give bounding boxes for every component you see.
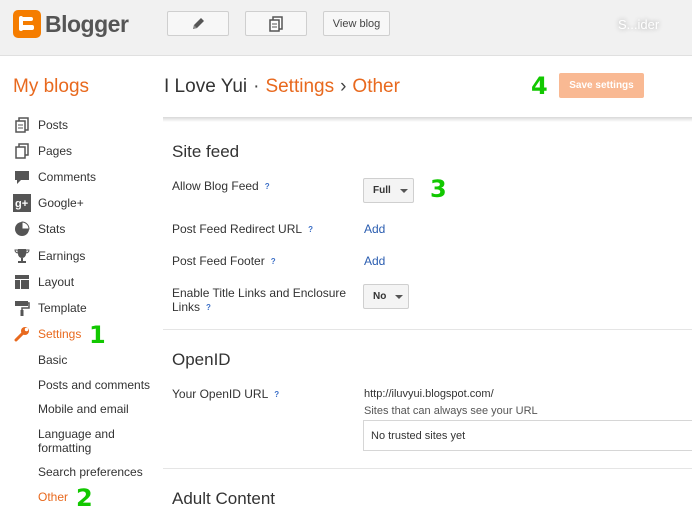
section-title-adult-content: Adult Content [172,489,276,508]
sidebar-sub-item-other[interactable]: Other [38,490,68,504]
section-divider [163,329,692,330]
sidebar-item-label: Earnings [38,249,86,263]
select-value: Full [373,185,391,196]
layout-icon [12,273,32,291]
blog-name[interactable]: I Love Yui [164,76,247,97]
sidebar-sub-item-search-preferences[interactable]: Search preferences [38,465,143,479]
label-text: Your OpenID URL [172,387,269,401]
sidebar-item-comments[interactable]: Comments [12,167,96,187]
new-post-button[interactable] [167,11,229,36]
label-text: Post Feed Redirect URL [172,222,303,236]
chevron-down-icon [399,188,408,193]
help-icon[interactable]: ? [271,257,276,266]
step-marker-4: 4 [531,72,548,100]
sidebar-sub-item-basic[interactable]: Basic [38,353,67,367]
google-plus-icon: g+ [12,194,32,212]
save-settings-button[interactable]: Save settings [559,73,644,98]
section-title-site-feed: Site feed [172,142,240,161]
sidebar-sub-item-mobile-and-email[interactable]: Mobile and email [38,402,129,416]
posts-list-icon [269,15,283,32]
top-bar: Blogger View blog S...ider [0,0,692,56]
comments-icon [12,168,32,186]
help-icon[interactable]: ? [265,182,270,191]
label-text: Allow Blog Feed [172,179,259,193]
select-value: No [373,291,387,302]
sidebar-item-label: Settings [38,327,82,341]
sidebar-item-layout[interactable]: Layout [12,272,74,292]
sidebar-item-earnings[interactable]: Earnings [12,246,85,266]
trusted-sites-note: Sites that can always see your URL [364,405,538,417]
sidebar-item-template[interactable]: Template [12,298,87,318]
paint-roller-icon [12,299,32,317]
post-feed-footer-label: Post Feed Footer? [172,254,276,269]
step-marker-1: 1 [89,321,106,349]
openid-url-label: Your OpenID URL? [172,387,279,402]
post-feed-redirect-label: Post Feed Redirect URL? [172,222,313,237]
step-marker-3: 3 [430,175,447,203]
trusted-sites-box: No trusted sites yet [363,420,692,451]
chevron-down-icon [395,294,404,299]
breadcrumb-settings[interactable]: Settings [265,76,334,97]
label-text-line-1: Enable Title Links and Enclosure [172,286,347,300]
svg-text:g+: g+ [15,198,28,210]
sidebar-item-pages[interactable]: Pages [12,141,72,161]
sidebar-item-label: Layout [38,275,75,289]
sidebar-item-label: Stats [38,222,66,236]
sidebar-item-stats[interactable]: Stats [12,219,65,239]
sidebar-item-label: Template [38,301,87,315]
blogger-logo[interactable]: Blogger [13,10,129,38]
content-top-shadow [163,117,692,122]
enable-title-links-label: Enable Title Links and Enclosure Links? [172,286,346,315]
posts-icon [12,116,32,134]
my-blogs-link[interactable]: My blogs [13,76,89,98]
label-text-line-2: Links [172,300,201,314]
sidebar-item-label: Comments [38,170,97,184]
sidebar-item-posts[interactable]: Posts [12,115,68,135]
pages-icon [12,142,32,160]
openid-url-value: http://iluvyui.blogspot.com/ [364,388,494,400]
sidebar-item-label: Pages [38,144,73,158]
help-icon[interactable]: ? [308,225,313,234]
sidebar-sub-item-posts-and-comments[interactable]: Posts and comments [38,378,150,392]
sidebar-sub-item-language-and-formatting[interactable]: Language and formatting [38,427,128,455]
user-name[interactable]: S...ider [618,17,659,32]
breadcrumb: I Love Yui · Settings › Other [164,76,400,98]
breadcrumb-other: Other [352,76,400,97]
breadcrumb-separator: › [340,76,347,97]
trophy-icon [12,247,32,265]
allow-blog-feed-label: Allow Blog Feed? [172,179,270,194]
section-divider [163,468,692,469]
label-text: Post Feed Footer [172,254,265,268]
sidebar-item-label: Posts [38,118,69,132]
blogger-logo-icon [13,10,41,38]
view-blog-button[interactable]: View blog [323,11,390,36]
view-posts-button[interactable] [245,11,307,36]
post-feed-footer-add-link[interactable]: Add [364,254,385,268]
trusted-sites-text: No trusted sites yet [371,429,466,442]
allow-blog-feed-select[interactable]: Full [363,178,414,203]
stats-icon [12,220,32,238]
enable-title-links-select[interactable]: No [363,284,409,309]
help-icon[interactable]: ? [274,390,279,399]
sidebar-item-settings[interactable]: Settings [12,324,81,344]
help-icon[interactable]: ? [206,303,211,312]
post-feed-redirect-add-link[interactable]: Add [364,222,385,236]
breadcrumb-separator: · [253,76,260,97]
logo-text: Blogger [45,10,129,37]
wrench-icon [12,325,32,343]
sidebar-item-label: Google+ [38,196,84,210]
step-marker-2: 2 [76,484,93,512]
section-title-openid: OpenID [172,350,231,369]
sidebar-item-google-plus[interactable]: g+ Google+ [12,193,84,213]
pencil-icon [193,17,204,29]
